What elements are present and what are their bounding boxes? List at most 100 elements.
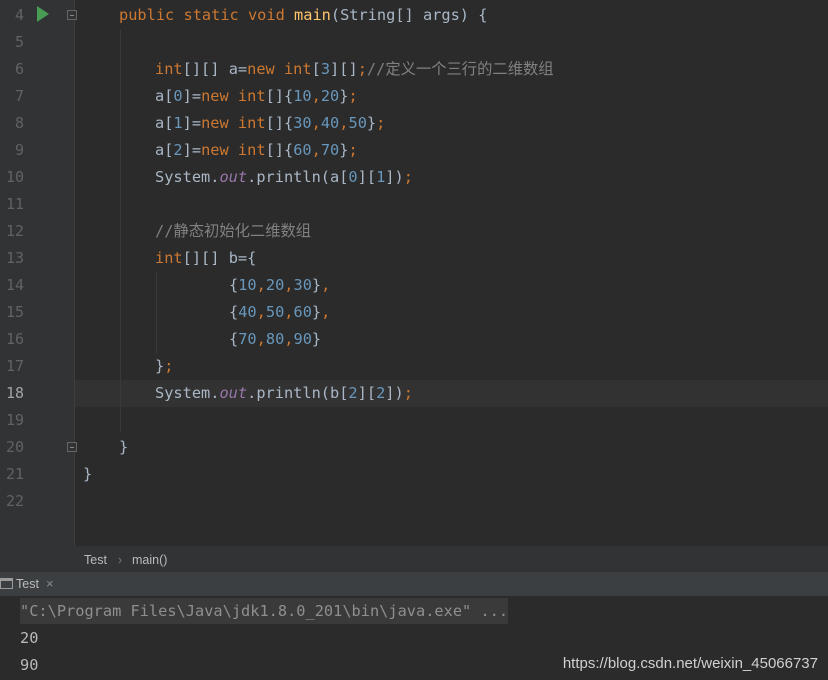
keyword: new: [201, 141, 229, 159]
number-literal: 3: [320, 60, 331, 78]
code-line[interactable]: {10,20,30},: [229, 272, 330, 299]
method-name: main: [294, 6, 331, 24]
code-text: }: [83, 465, 93, 483]
code-text: }: [311, 330, 322, 348]
code-text: }: [119, 438, 129, 456]
number-literal: 40: [238, 303, 257, 321]
run-tab[interactable]: Test ×: [0, 572, 62, 596]
number-literal: 1: [173, 114, 183, 132]
line-number: 9: [14, 141, 24, 159]
code-editor[interactable]: 4 5 6 7 8 9 10 11 12 13 14 15 16 17 18 1…: [0, 0, 828, 546]
comma: ,: [256, 330, 266, 348]
code-text: {: [229, 276, 239, 294]
keyword: int: [155, 60, 183, 78]
code-line[interactable]: System.out.println(a[0][1]);: [155, 164, 413, 191]
line-number: 13: [5, 249, 24, 267]
number-literal: 80: [265, 330, 285, 348]
comma: ,: [321, 303, 331, 321]
comma: ,: [284, 276, 294, 294]
code-text: ]): [385, 384, 404, 402]
code-line[interactable]: a[1]=new int[]{30,40,50};: [155, 110, 385, 137]
code-line[interactable]: int[][] a=new int[3][];//定义一个三行的二维数组: [155, 56, 554, 83]
code-line[interactable]: a[0]=new int[]{10,20};: [155, 83, 358, 110]
number-literal: 10: [238, 276, 257, 294]
number-literal: 30: [293, 276, 312, 294]
fold-toggle-icon[interactable]: [67, 10, 77, 20]
code-line[interactable]: };: [155, 353, 173, 380]
number-literal: 50: [265, 303, 285, 321]
code-text: (String[] args) {: [330, 6, 488, 24]
code-line[interactable]: }: [119, 434, 128, 461]
semicolon: ;: [403, 384, 413, 402]
number-literal: 2: [376, 384, 386, 402]
number-literal: 20: [265, 276, 285, 294]
line-number: 4: [14, 6, 24, 24]
semicolon: ;: [376, 114, 386, 132]
keyword: int: [237, 87, 266, 105]
comment: //定义一个三行的二维数组: [366, 60, 554, 78]
code-text: []{: [265, 87, 294, 105]
code-line[interactable]: int[][] b={: [155, 245, 256, 272]
breadcrumb-class[interactable]: Test: [84, 553, 107, 567]
code-line[interactable]: {70,80,90}: [229, 326, 321, 353]
comma: ,: [311, 87, 321, 105]
indent-guide: [120, 30, 121, 432]
line-number: 8: [14, 114, 24, 132]
indent-guide: [156, 272, 157, 354]
code-text: {: [229, 303, 239, 321]
comma: ,: [256, 303, 266, 321]
code-line-current[interactable]: System.out.println(b[2][2]);: [155, 380, 413, 407]
console-output-line: 90: [20, 656, 39, 674]
comma: ,: [321, 276, 331, 294]
line-number: 10: [5, 168, 24, 186]
line-number: 7: [14, 87, 24, 105]
fold-toggle-icon[interactable]: [67, 442, 77, 452]
run-tool-window-tabbar: Test ×: [0, 572, 828, 597]
code-text: a[: [155, 141, 174, 159]
code-text: ][: [357, 384, 377, 402]
line-number: 12: [5, 222, 24, 240]
close-icon[interactable]: ×: [46, 576, 54, 591]
run-gutter-icon[interactable]: [37, 6, 49, 22]
keyword: new: [247, 60, 275, 78]
comma: ,: [284, 303, 294, 321]
code-line[interactable]: }: [83, 461, 92, 488]
number-literal: 2: [173, 141, 183, 159]
comma: ,: [311, 114, 321, 132]
watermark-url: https://blog.csdn.net/weixin_45066737: [562, 655, 818, 672]
number-literal: 40: [320, 114, 340, 132]
code-text: .println(a[: [247, 168, 349, 186]
line-number: 22: [5, 492, 24, 510]
number-literal: 70: [320, 141, 340, 159]
keyword: new: [201, 87, 229, 105]
breadcrumb-method[interactable]: main(): [132, 553, 167, 567]
code-line[interactable]: {40,50,60},: [229, 299, 330, 326]
code-line[interactable]: public static void main(String[] args) {: [119, 2, 487, 29]
keyword: void: [247, 6, 285, 24]
breadcrumb: Test › main(): [0, 546, 828, 573]
code-text: ]=: [182, 114, 202, 132]
console-icon: [0, 578, 13, 589]
code-text: }: [155, 357, 165, 375]
code-text: System.: [155, 168, 220, 186]
comma: ,: [284, 330, 294, 348]
gutter-separator: [74, 0, 75, 546]
static-field: out: [219, 168, 248, 186]
semicolon: ;: [348, 141, 358, 159]
number-literal: 50: [348, 114, 367, 132]
code-text: a[: [155, 87, 174, 105]
number-literal: 60: [293, 141, 312, 159]
line-number-current: 18: [5, 384, 24, 402]
code-line[interactable]: //静态初始化二维数组: [155, 218, 311, 245]
code-text: [][] a=: [182, 60, 248, 78]
code-text: ][]: [330, 60, 358, 78]
code-text: [][] b={: [182, 249, 257, 267]
number-literal: 20: [320, 87, 340, 105]
code-line[interactable]: a[2]=new int[]{60,70};: [155, 137, 358, 164]
number-literal: 70: [238, 330, 257, 348]
number-literal: 0: [348, 168, 358, 186]
semicolon: ;: [164, 357, 174, 375]
